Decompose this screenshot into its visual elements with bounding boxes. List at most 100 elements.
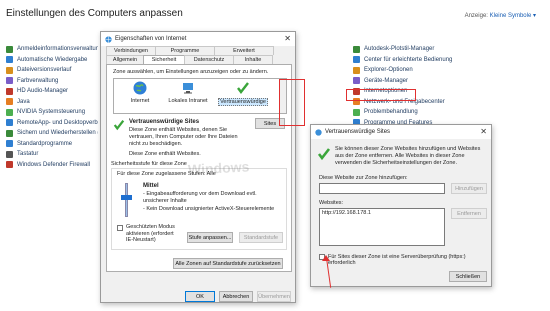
control-panel-icon — [353, 77, 360, 85]
cp-left-item-label: Windows Defender Firewall — [17, 161, 91, 168]
cp-left-item[interactable]: Dateiversionsverlauf — [6, 65, 98, 76]
zone-local-intranet[interactable]: Lokales Intranet — [166, 81, 210, 104]
trusted-description: Sie können dieser Zone Websites hinzufüg… — [335, 146, 481, 166]
intranet-icon — [183, 83, 193, 94]
dialog-titlebar: Vertrauenswürdige Sites ✕ — [311, 125, 491, 139]
remove-button[interactable]: Entfernen — [451, 208, 487, 219]
cp-right-item[interactable]: Explorer-Optionen — [353, 65, 473, 76]
ok-button[interactable]: OK — [185, 291, 215, 302]
websites-label: Websites: — [319, 200, 344, 206]
cp-right-item[interactable]: Autodesk-Plotstil-Manager — [353, 44, 473, 55]
view-value[interactable]: Kleine Symbole ▾ — [490, 13, 536, 19]
tab-advanced[interactable]: Erweitert — [214, 46, 274, 55]
cp-left-item[interactable]: Farbverwaltung — [6, 76, 98, 87]
cp-left-item[interactable]: Standardprogramme — [6, 139, 98, 150]
cp-right-item[interactable]: Center für erleichterte Bedienung — [353, 55, 473, 66]
tab-connections[interactable]: Verbindungen — [106, 46, 156, 55]
dialog-titlebar: Eigenschaften von Internet ✕ — [101, 32, 295, 46]
zone-label: Vertrauenswürdige — [218, 98, 268, 106]
reset-all-zones-button[interactable]: Alle Zonen auf Standardstufe zurücksetze… — [173, 258, 283, 269]
apply-button[interactable]: Übernehmen — [257, 291, 291, 302]
cp-right-item-label: Autodesk-Plotstil-Manager — [364, 46, 435, 53]
cp-left-item-label: Farbverwaltung — [17, 77, 59, 84]
zone-description: Diese Zone enthält Websites, denen Sie v… — [129, 127, 238, 147]
tab-privacy[interactable]: Datenschutz — [184, 55, 234, 64]
highlight-trusted-zone — [279, 79, 305, 126]
control-panel-icon — [6, 129, 13, 137]
tab-security[interactable]: Sicherheit — [143, 55, 185, 64]
checkmark-icon — [237, 82, 249, 94]
cp-left-item-label: RemoteApp- und Desktopverbindungen — [17, 119, 98, 126]
cp-left-item-label: Tastatur — [17, 151, 39, 158]
cp-right-item-label: Problembehandlung — [364, 109, 418, 116]
cp-right-item-label: Center für erleichterte Bedienung — [364, 56, 453, 63]
security-slider-track[interactable] — [125, 183, 128, 217]
close-icon[interactable]: ✕ — [284, 34, 291, 43]
add-button[interactable]: Hinzufügen — [451, 183, 487, 194]
watermark: Windows — [187, 158, 250, 178]
zone-label: Internet — [130, 98, 150, 104]
website-item[interactable]: http://192.168.178.1 — [322, 210, 442, 216]
page-title: Einstellungen des Computers anpassen — [6, 8, 183, 19]
cp-left-item-label: Automatische Wiedergabe — [17, 56, 88, 63]
control-panel-icon — [353, 108, 360, 116]
control-panel-icon — [6, 56, 13, 64]
tab-programs[interactable]: Programme — [155, 46, 215, 55]
checkmark-icon — [317, 148, 331, 161]
control-panel-icon — [353, 45, 360, 53]
zone-internet[interactable]: Internet — [118, 81, 162, 104]
internet-globe-icon — [315, 128, 322, 136]
cp-left-item[interactable]: Windows Defender Firewall — [6, 160, 98, 171]
highlight-internet-options — [346, 89, 416, 101]
cp-right-item-label: Explorer-Optionen — [364, 67, 413, 74]
default-level-button[interactable]: Standardstufe — [239, 232, 283, 243]
close-icon[interactable]: ✕ — [480, 127, 487, 136]
cp-left-item[interactable]: RemoteApp- und Desktopverbindungen — [6, 118, 98, 129]
control-panel-icon — [353, 66, 360, 74]
add-site-input[interactable] — [319, 183, 445, 194]
zone-list: Internet Lokales Intranet Vertrauenswürd… — [113, 78, 287, 114]
control-panel-list-left: Anmeldeinformationsverwaltung Automatisch… — [6, 44, 98, 170]
cp-left-item[interactable]: Tastatur — [6, 149, 98, 160]
cp-left-item[interactable]: HD Audio-Manager — [6, 86, 98, 97]
custom-level-button[interactable]: Stufe anpassen... — [187, 232, 233, 243]
cp-left-item-label: Java — [17, 98, 30, 105]
cp-left-item[interactable]: Sichern und Wiederherstellen (Windows 7) — [6, 128, 98, 139]
checkmark-icon — [113, 120, 125, 131]
websites-list[interactable]: http://192.168.178.1 — [319, 208, 445, 246]
zone-trusted-sites[interactable]: Vertrauenswürdige — [218, 81, 268, 106]
close-button[interactable]: Schließen — [449, 271, 487, 282]
cp-left-item[interactable]: Anmeldeinformationsverwaltung — [6, 44, 98, 55]
protected-mode-label: Geschützten Modus aktivieren (erfordert … — [126, 224, 175, 243]
level-bullet-2: - Kein Download unsignierter ActiveX-Ste… — [143, 206, 275, 212]
protected-mode-checkbox[interactable] — [117, 225, 123, 231]
control-panel-icon — [6, 77, 13, 85]
cp-left-item[interactable]: Automatische Wiedergabe — [6, 55, 98, 66]
cp-left-item-label: Sichern und Wiederherstellen (Windows 7) — [17, 130, 98, 137]
tab-general[interactable]: Allgemein — [106, 55, 144, 64]
dialog-title: Eigenschaften von Internet — [115, 36, 187, 42]
view-selector[interactable]: Anzeige: Kleine Symbole ▾ — [465, 12, 536, 19]
cp-right-item[interactable]: Problembehandlung — [353, 107, 473, 118]
control-panel-icon — [6, 119, 13, 127]
security-group-label: Sicherheitsstufe für diese Zone — [111, 161, 187, 167]
tab-row-back: Verbindungen Programme Erweitert — [106, 46, 274, 55]
https-label: Für Sites dieser Zone ist eine Serverübe… — [328, 254, 466, 266]
cp-right-item-label: Geräte-Manager — [364, 77, 409, 84]
dialog-title: Vertrauenswürdige Sites — [325, 129, 391, 135]
security-slider-thumb[interactable] — [121, 195, 132, 200]
cp-left-item-label: NVIDIA Systemsteuerung — [17, 109, 86, 116]
cp-left-item[interactable]: NVIDIA Systemsteuerung — [6, 107, 98, 118]
level-name: Mittel — [143, 183, 159, 189]
zone-has-sites: Diese Zone enthält Websites. — [129, 151, 201, 157]
cancel-button[interactable]: Abbrechen — [219, 291, 253, 302]
cp-right-item[interactable]: Geräte-Manager — [353, 76, 473, 87]
annotation-arrow-head — [322, 255, 330, 261]
cp-left-item-label: Anmeldeinformationsverwaltung — [17, 46, 98, 53]
cp-left-item-label: Dateiversionsverlauf — [17, 67, 72, 74]
control-panel-icon — [6, 45, 13, 53]
tab-content[interactable]: Inhalte — [233, 55, 273, 64]
cp-left-item[interactable]: Java — [6, 97, 98, 108]
control-panel-icon — [353, 56, 360, 64]
zone-prompt: Zone auswählen, um Einstellungen anzuzei… — [113, 69, 269, 75]
